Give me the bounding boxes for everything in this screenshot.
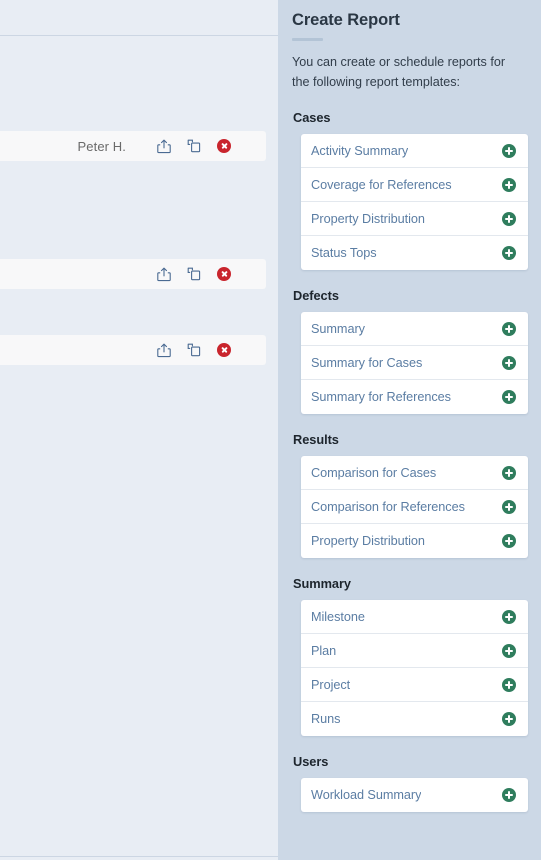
section-heading-cases: Cases xyxy=(293,110,331,125)
share-icon[interactable] xyxy=(149,261,179,287)
report-template-row[interactable]: Milestone xyxy=(301,600,528,634)
section-heading-defects: Defects xyxy=(293,288,339,303)
plus-icon[interactable] xyxy=(502,609,516,624)
report-template-label: Property Distribution xyxy=(311,534,425,548)
template-card: Workload Summary xyxy=(301,778,528,812)
template-card: Comparison for Cases Comparison for Refer… xyxy=(301,456,528,558)
share-icon[interactable] xyxy=(149,337,179,363)
plus-icon[interactable] xyxy=(502,788,516,802)
plus-icon[interactable] xyxy=(502,246,516,260)
report-template-row[interactable]: Activity Summary xyxy=(301,134,528,168)
plus-icon[interactable] xyxy=(502,534,516,548)
report-template-label: Summary xyxy=(311,321,365,336)
copy-icon[interactable] xyxy=(179,261,209,287)
template-card: Milestone Plan Project Runs xyxy=(301,600,528,736)
panel-description: You can create or schedule reports for t… xyxy=(292,55,506,89)
report-template-label: Coverage for References xyxy=(311,177,452,192)
report-template-sections: Cases Activity Summary Coverage for Refere… xyxy=(292,110,531,812)
report-template-label: Workload Summary xyxy=(311,788,422,802)
report-template-row[interactable]: Status Tops xyxy=(301,236,528,270)
report-template-row[interactable]: Property Distribution xyxy=(301,202,528,236)
row-actions xyxy=(149,261,239,287)
report-template-row[interactable]: Coverage for References xyxy=(301,168,528,202)
report-template-row[interactable]: Runs xyxy=(301,702,528,736)
report-template-label: Runs xyxy=(311,712,341,726)
report-template-label: Comparison for References xyxy=(311,499,465,514)
row-user-name: Peter H. xyxy=(77,138,126,154)
plus-icon[interactable] xyxy=(502,465,516,480)
report-template-row[interactable]: Comparison for References xyxy=(301,490,528,524)
row-actions xyxy=(149,133,239,159)
row-actions xyxy=(149,337,239,363)
report-template-row[interactable]: Workload Summary xyxy=(301,778,528,812)
report-template-label: Summary for Cases xyxy=(311,355,423,370)
report-template-row[interactable]: Project xyxy=(301,668,528,702)
report-template-label: Milestone xyxy=(311,609,365,624)
delete-button[interactable] xyxy=(209,133,239,159)
report-template-row[interactable]: Property Distribution xyxy=(301,524,528,558)
report-template-row[interactable]: Comparison for Cases xyxy=(301,456,528,490)
template-card: Activity Summary Coverage for References P… xyxy=(301,134,528,270)
plus-icon[interactable] xyxy=(502,321,516,336)
delete-button[interactable] xyxy=(209,337,239,363)
copy-icon[interactable] xyxy=(179,337,209,363)
section-heading-summary: Summary xyxy=(293,576,351,591)
create-report-screen: Peter H. Create Report You can create or… xyxy=(0,0,541,860)
plus-icon[interactable] xyxy=(502,211,516,226)
page-title: Create Report xyxy=(292,11,400,29)
close-circle-icon xyxy=(217,343,231,357)
plus-icon[interactable] xyxy=(502,677,516,692)
report-list-row[interactable]: Peter H. xyxy=(0,131,266,161)
report-template-row[interactable]: Summary for Cases xyxy=(301,346,528,380)
report-template-label: Status Tops xyxy=(311,246,377,260)
report-template-label: Property Distribution xyxy=(311,211,425,226)
report-template-label: Project xyxy=(311,677,351,692)
create-report-sidebar: Create Report You can create or schedule… xyxy=(278,0,541,860)
report-template-row[interactable]: Plan xyxy=(301,634,528,668)
share-icon[interactable] xyxy=(149,133,179,159)
horizontal-divider xyxy=(0,35,278,36)
report-template-label: Comparison for Cases xyxy=(311,465,437,480)
title-underline xyxy=(292,38,323,41)
plus-icon[interactable] xyxy=(502,390,516,404)
section-heading-results: Results xyxy=(293,432,339,447)
left-list-panel: Peter H. xyxy=(0,0,278,860)
plus-icon[interactable] xyxy=(502,643,516,658)
delete-button[interactable] xyxy=(209,261,239,287)
report-template-row[interactable]: Summary xyxy=(301,312,528,346)
report-template-label: Activity Summary xyxy=(311,143,409,158)
report-list-row[interactable] xyxy=(0,335,266,365)
report-template-label: Plan xyxy=(311,643,337,658)
plus-icon[interactable] xyxy=(502,712,516,726)
close-circle-icon xyxy=(217,267,231,281)
copy-icon[interactable] xyxy=(179,133,209,159)
section-heading-users: Users xyxy=(293,754,329,769)
plus-icon[interactable] xyxy=(502,143,516,158)
report-list-row[interactable] xyxy=(0,259,266,289)
template-card: Summary Summary for Cases Summary for Refe… xyxy=(301,312,528,414)
plus-icon[interactable] xyxy=(502,499,516,514)
plus-icon[interactable] xyxy=(502,355,516,370)
plus-icon[interactable] xyxy=(502,177,516,192)
report-template-row[interactable]: Summary for References xyxy=(301,380,528,414)
report-template-label: Summary for References xyxy=(311,390,451,404)
close-circle-icon xyxy=(217,139,231,153)
horizontal-divider xyxy=(0,856,278,857)
